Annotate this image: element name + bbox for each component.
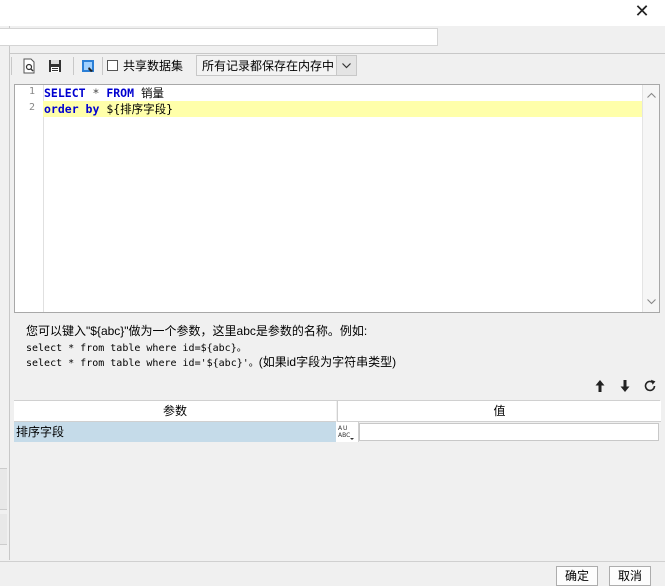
code-line-1[interactable]: SELECT * FROM 销量 [43, 85, 164, 101]
parameter-hint-example: select * from table where id=${abc}。 [26, 343, 247, 354]
sql-editor[interactable]: 1 2 SELECT * FROM 销量 order by ${排序字段} [14, 84, 660, 313]
column-header-value[interactable]: 值 [337, 401, 661, 422]
toolbar-separator [102, 57, 103, 75]
memory-mode-value: 所有记录都保存在内存中 [202, 59, 335, 73]
parameter-hint-text: 您可以键入"${abc}"做为一个参数，这里abc是参数的名称。例如: [26, 324, 368, 338]
abc-type-icon[interactable]: A U ABC [336, 422, 359, 442]
sql-operator: * [85, 86, 107, 100]
line-number-gutter: 1 2 [15, 85, 44, 312]
table-row[interactable]: 排序字段 A U ABC [14, 422, 660, 442]
sql-identifier: 销量 [134, 86, 164, 100]
refresh-icon[interactable] [641, 377, 659, 395]
line-number: 1 [28, 86, 35, 97]
parameters-table: 参数 值 排序字段 A U ABC [14, 400, 661, 561]
save-icon[interactable] [47, 58, 63, 74]
sql-keyword: order by [44, 102, 100, 116]
ok-button[interactable]: 确定 [556, 566, 599, 586]
close-icon[interactable]: ✕ [631, 0, 653, 22]
cancel-button[interactable]: 取消 [609, 566, 652, 586]
sql-keyword: FROM [106, 86, 135, 100]
title-bar: ✕ [0, 0, 665, 26]
toolbar-separator [73, 57, 74, 75]
editor-vertical-scrollbar[interactable] [642, 85, 659, 312]
dataset-icon[interactable] [80, 58, 96, 74]
chevron-down-icon[interactable] [336, 56, 356, 75]
svg-text:U: U [343, 425, 347, 432]
parameter-hint-example-2: select * from table where id='${abc}'。(如… [26, 355, 396, 371]
left-top-field[interactable] [0, 28, 438, 46]
param-name-cell[interactable]: 排序字段 [14, 422, 336, 442]
scroll-up-icon[interactable] [643, 87, 659, 103]
hint-example-note: (如果id字段为字符串类型) [258, 355, 397, 369]
toolbar-separator [11, 57, 12, 75]
hint-example-sql: select * from table where id='${abc}'。 [26, 358, 259, 369]
scroll-down-icon[interactable] [643, 294, 659, 310]
move-down-icon[interactable] [616, 377, 634, 395]
left-pane-scroll-thumb[interactable] [0, 468, 7, 510]
left-pane-scroll-thumb-2[interactable] [0, 514, 7, 545]
svg-text:ABC: ABC [338, 432, 350, 439]
param-value-input[interactable] [359, 423, 659, 441]
line-number: 2 [28, 102, 35, 113]
column-header-param[interactable]: 参数 [14, 401, 336, 422]
sql-parameter: ${排序字段} [99, 102, 174, 116]
sql-keyword: SELECT [44, 86, 86, 100]
shared-dataset-checkbox[interactable] [107, 60, 118, 71]
move-up-icon[interactable] [591, 377, 609, 395]
find-icon[interactable] [21, 58, 37, 74]
shared-dataset-label: 共享数据集 [123, 59, 184, 73]
memory-mode-select[interactable]: 所有记录都保存在内存中 [196, 55, 357, 76]
code-line-2[interactable]: order by ${排序字段} [43, 101, 643, 117]
